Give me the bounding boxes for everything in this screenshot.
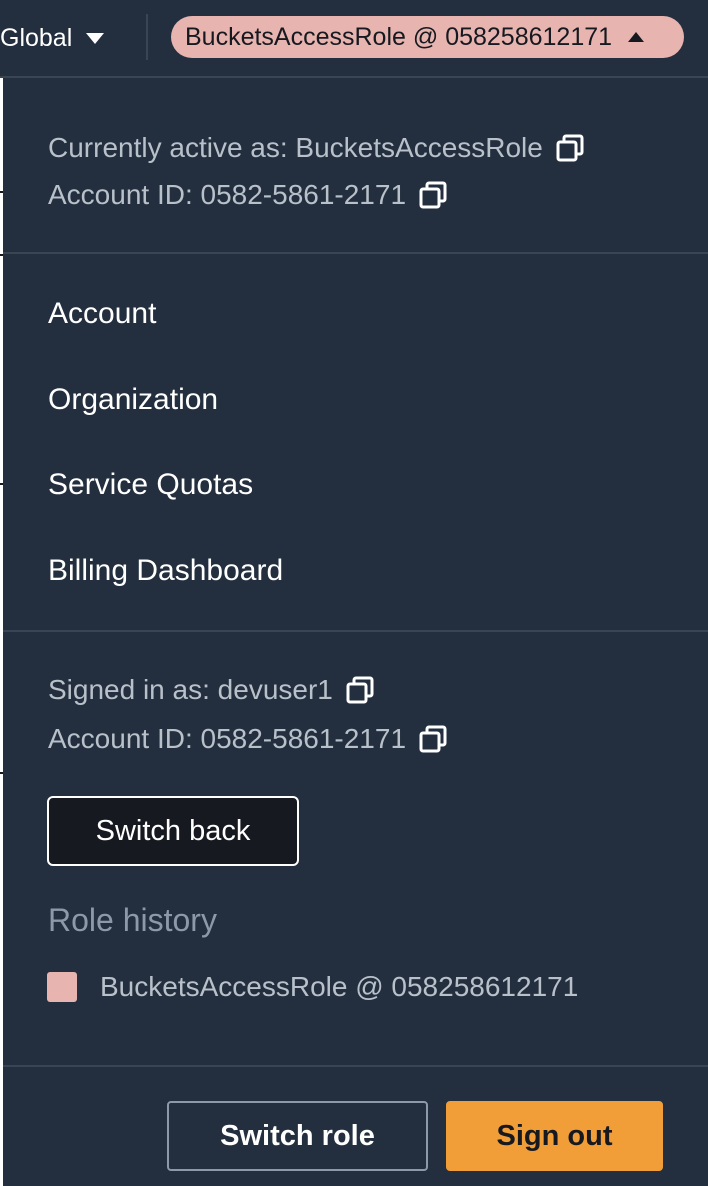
signed-in-account-id-row: Account ID: 0582-5861-2171 <box>48 721 448 757</box>
copy-icon[interactable] <box>418 724 448 754</box>
copy-icon[interactable] <box>555 133 585 163</box>
caret-down-icon <box>86 32 105 44</box>
menu-item-label: Billing Dashboard <box>48 554 284 587</box>
signed-in-row: Signed in as: devuser1 <box>48 672 375 708</box>
menu-item-service-quotas[interactable]: Service Quotas <box>48 465 253 505</box>
menu-item-account[interactable]: Account <box>48 294 156 334</box>
menu-item-label: Account <box>48 297 157 330</box>
role-history-heading: Role history <box>48 901 217 938</box>
top-navigation-bar: Global BucketsAccessRole @ 058258612171 <box>0 0 708 78</box>
region-label: Global <box>0 23 73 52</box>
account-dropdown-panel: Currently active as: BucketsAccessRole A… <box>3 78 708 1186</box>
active-account-id-row: Account ID: 0582-5861-2171 <box>48 177 448 213</box>
role-color-swatch <box>47 972 77 1002</box>
switch-role-button[interactable]: Switch role <box>167 1101 428 1171</box>
switch-role-label: Switch role <box>220 1119 375 1152</box>
copy-icon[interactable] <box>345 675 375 705</box>
role-history-label: BucketsAccessRole @ 058258612171 <box>100 971 579 1002</box>
currently-active-text: Currently active as: BucketsAccessRole <box>48 132 543 163</box>
menu-item-organization[interactable]: Organization <box>48 380 218 420</box>
role-history-item[interactable]: BucketsAccessRole @ 058258612171 <box>47 968 578 1006</box>
role-pill-label: BucketsAccessRole @ 058258612171 <box>185 22 613 51</box>
signed-in-account-id-text: Account ID: 0582-5861-2171 <box>48 723 407 754</box>
region-selector[interactable]: Global <box>0 18 105 58</box>
signed-in-text: Signed in as: devuser1 <box>48 674 333 705</box>
active-account-id-text: Account ID: 0582-5861-2171 <box>48 179 407 210</box>
nav-divider <box>146 14 148 60</box>
caret-up-icon <box>628 32 645 42</box>
menu-item-label: Organization <box>48 383 219 416</box>
currently-active-row: Currently active as: BucketsAccessRole <box>48 130 585 166</box>
menu-item-label: Service Quotas <box>48 468 254 501</box>
role-menu-toggle[interactable]: BucketsAccessRole @ 058258612171 <box>171 16 684 58</box>
switch-back-label: Switch back <box>95 814 251 847</box>
menu-item-billing-dashboard[interactable]: Billing Dashboard <box>48 551 283 591</box>
account-menu-page: Global BucketsAccessRole @ 058258612171 … <box>0 0 708 1186</box>
sign-out-label: Sign out <box>496 1119 613 1152</box>
section-divider <box>3 1065 708 1067</box>
section-divider <box>3 630 708 632</box>
copy-icon[interactable] <box>418 180 448 210</box>
section-divider <box>3 252 708 254</box>
switch-back-button[interactable]: Switch back <box>47 796 299 866</box>
sign-out-button[interactable]: Sign out <box>446 1101 663 1171</box>
